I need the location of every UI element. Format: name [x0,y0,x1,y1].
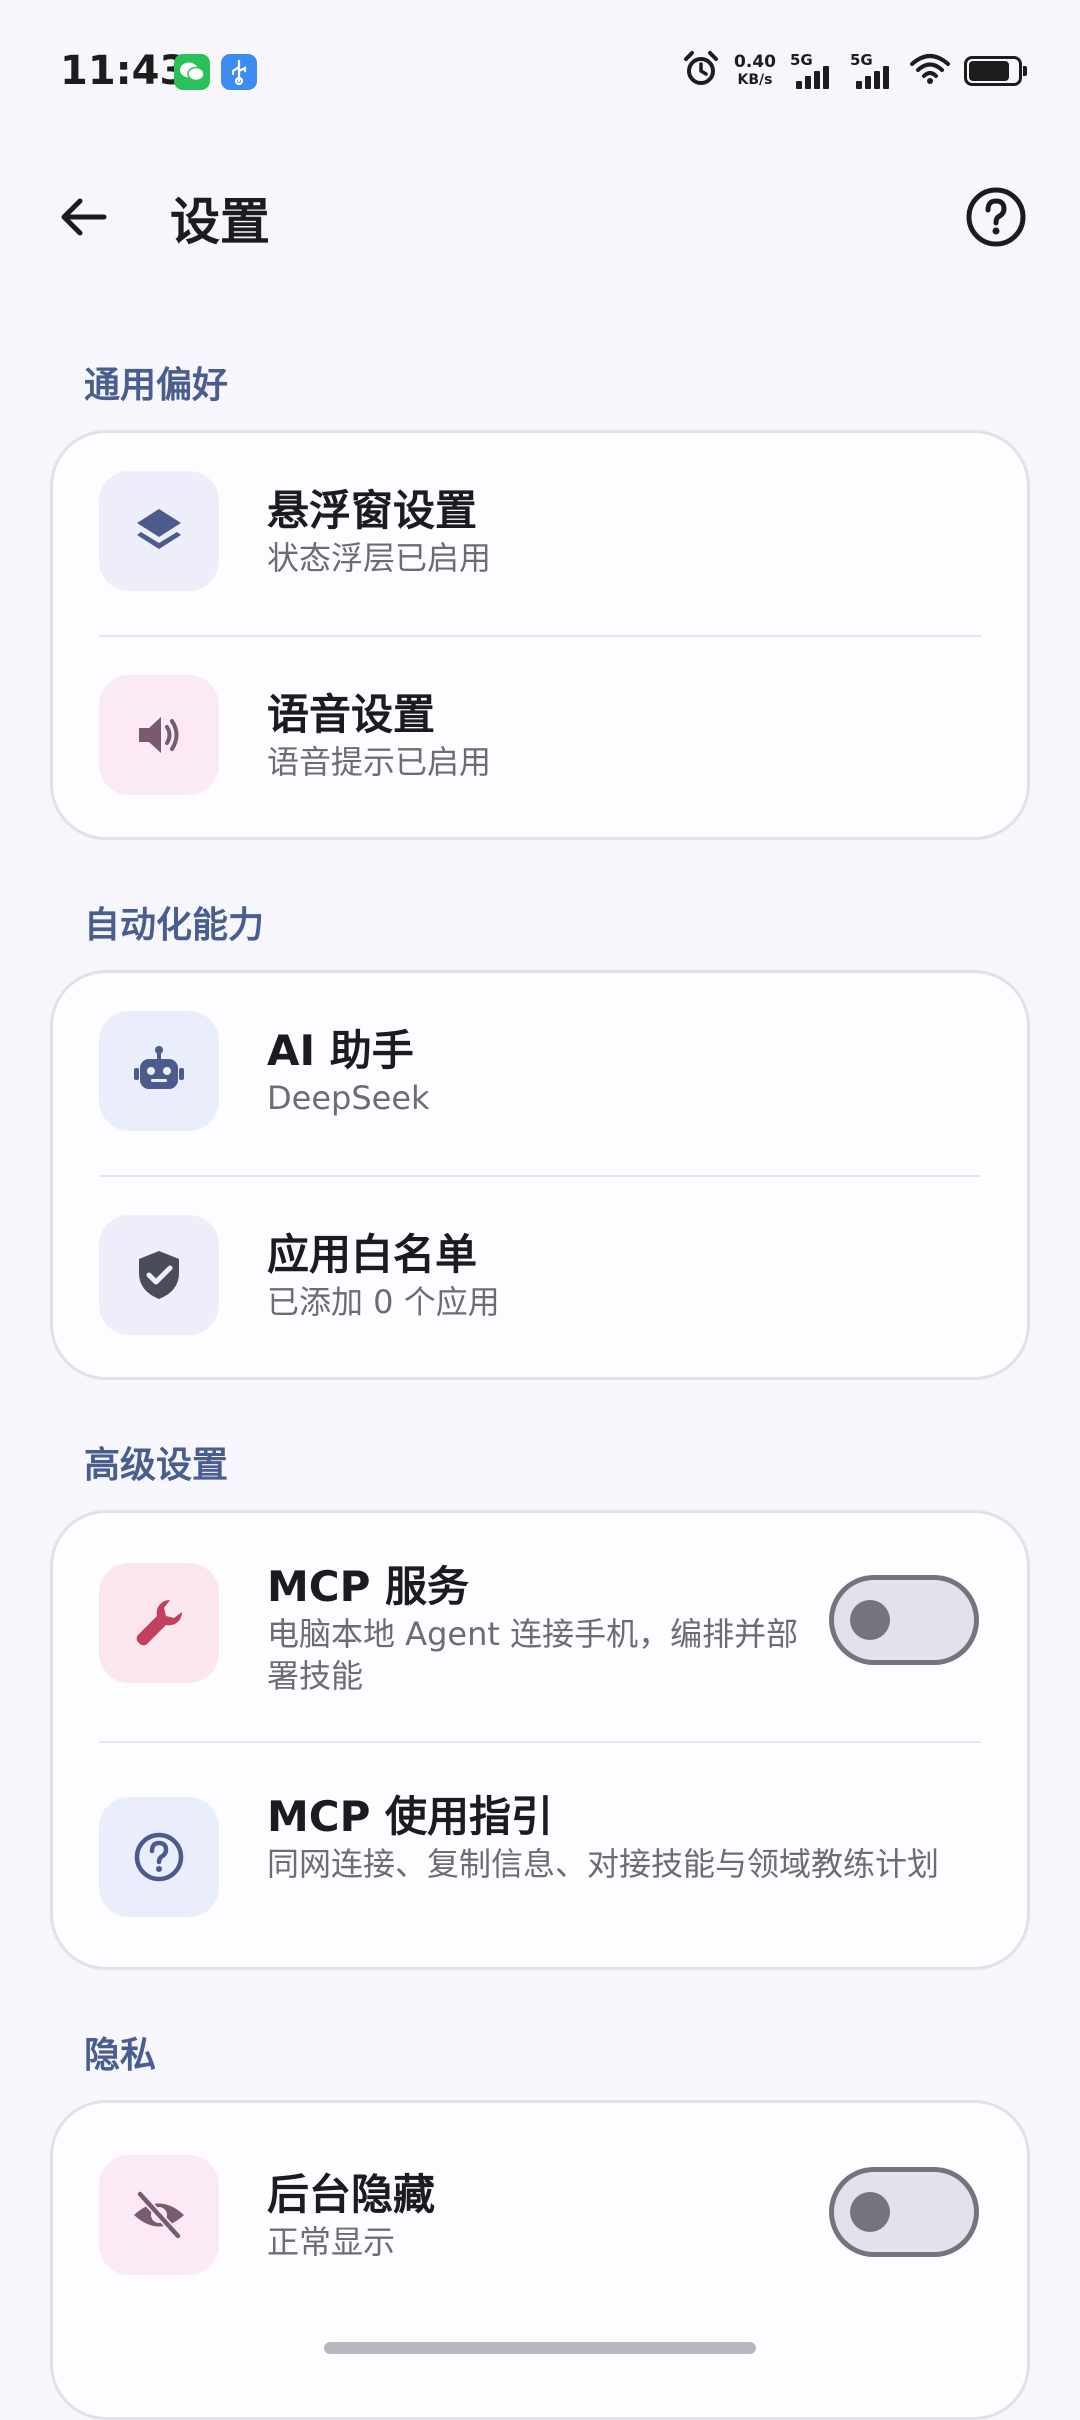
wrench-icon [99,1563,219,1683]
item-title: 悬浮窗设置 [267,486,478,535]
item-subtitle: 语音提示已启用 [267,743,492,781]
item-title: MCP 服务 [267,1562,470,1611]
signal-icon: 5G [790,51,836,91]
item-subtitle: 电脑本地 Agent 连接手机，编排并部署技能 [267,1615,799,1695]
section-label-general: 通用偏好 [84,365,229,406]
battery-icon [964,56,1027,86]
signal-icon-2: 5G [850,51,896,91]
card-advanced: MCP 服务 电脑本地 Agent 连接手机，编排并部署技能 MCP 使用指引 … [50,1510,1030,1970]
settings-item-floating-window[interactable]: 悬浮窗设置 状态浮层已启用 [53,433,1027,637]
status-time: 11:43 [60,48,188,94]
section-label-automation: 自动化能力 [84,905,265,946]
layers-icon [99,471,219,591]
toggle-knob [850,1600,890,1640]
back-arrow-icon[interactable] [52,185,116,249]
top-app-bar: 设置 [0,160,1080,270]
home-indicator[interactable] [324,2342,756,2354]
toggle-knob [850,2192,890,2232]
help-circle-icon[interactable] [964,185,1028,249]
item-title: MCP 使用指引 [267,1792,554,1841]
settings-item-mcp-guide[interactable]: MCP 使用指引 同网连接、复制信息、对接技能与领域教练计划 [53,1743,1027,1971]
settings-item-background-hide[interactable]: 后台隐藏 正常显示 [53,2103,1027,2307]
item-title: 应用白名单 [267,1230,478,1279]
shield-check-icon [99,1215,219,1335]
background-hide-toggle[interactable] [829,2167,979,2257]
section-label-privacy: 隐私 [84,2035,157,2076]
card-automation: AI 助手 DeepSeek 应用白名单 已添加 0 个应用 [50,970,1030,1380]
speaker-icon [99,675,219,795]
item-subtitle: DeepSeek [267,1079,430,1117]
robot-icon [99,1011,219,1131]
item-title: AI 助手 [267,1026,414,1075]
page-title: 设置 [170,193,270,251]
item-subtitle: 正常显示 [267,2223,396,2261]
usb-icon [221,54,257,90]
network-speed: 0.40 KB/s [734,52,776,88]
item-subtitle: 已添加 0 个应用 [267,1283,500,1321]
eye-off-icon [99,2155,219,2275]
wechat-icon [174,54,210,90]
settings-item-ai-assistant[interactable]: AI 助手 DeepSeek [53,973,1027,1177]
card-general: 悬浮窗设置 状态浮层已启用 语音设置 语音提示已启用 [50,430,1030,840]
settings-item-voice[interactable]: 语音设置 语音提示已启用 [53,637,1027,841]
alarm-icon [682,50,720,92]
wifi-icon [910,53,950,89]
item-title: 语音设置 [267,690,436,739]
status-bar: 11:43 0.40 KB/s 5G 5G [0,0,1080,140]
settings-item-mcp-service[interactable]: MCP 服务 电脑本地 Agent 连接手机，编排并部署技能 [53,1513,1027,1743]
mcp-service-toggle[interactable] [829,1575,979,1665]
card-privacy: 后台隐藏 正常显示 [50,2100,1030,2420]
item-subtitle: 同网连接、复制信息、对接技能与领域教练计划 [267,1845,940,1883]
settings-item-whitelist[interactable]: 应用白名单 已添加 0 个应用 [53,1177,1027,1381]
section-label-advanced: 高级设置 [84,1445,229,1486]
item-title: 后台隐藏 [267,2170,436,2219]
item-subtitle: 状态浮层已启用 [267,539,492,577]
question-circle-icon [99,1797,219,1917]
